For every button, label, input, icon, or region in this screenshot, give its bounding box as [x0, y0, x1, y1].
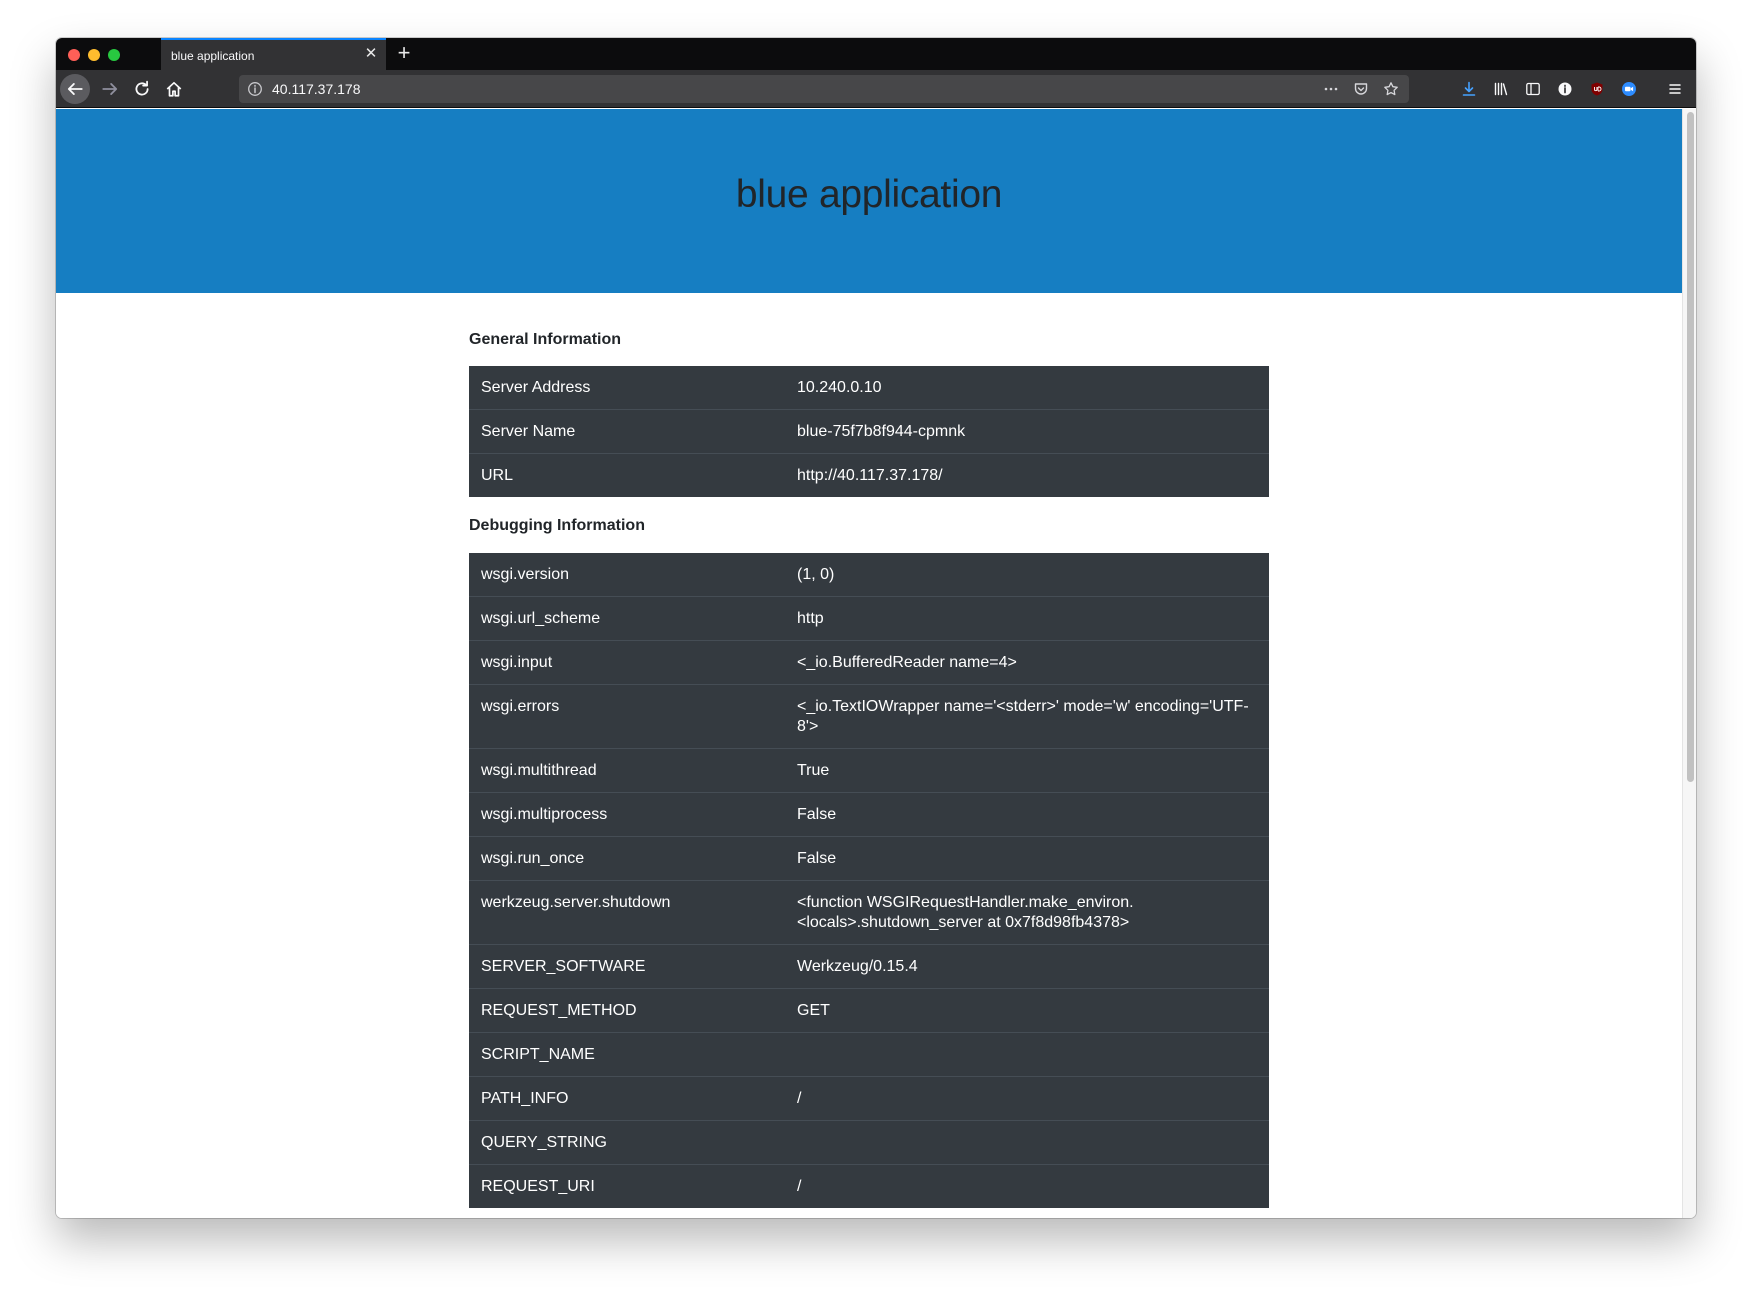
table-row: wsgi.errors <_io.TextIOWrapper name='<std…	[469, 684, 1269, 749]
general-info-heading: General Information	[469, 331, 622, 348]
table-row: wsgi.url_scheme http	[469, 596, 1269, 641]
table-row: URL http://40.117.37.178/	[469, 453, 1269, 497]
debug-info-heading: Debugging Information	[469, 517, 645, 534]
extension-info-icon[interactable]	[1552, 76, 1578, 102]
row-key: Server Name	[469, 409, 785, 454]
row-key: wsgi.multithread	[469, 748, 785, 793]
row-key: Server Address	[481, 379, 591, 396]
site-info-icon[interactable]	[247, 81, 263, 97]
browser-window: blue application ✕ + 40.117.37.178 blue …	[56, 38, 1696, 1218]
zoom-extension-icon[interactable]	[1616, 76, 1642, 102]
row-value: blue-75f7b8f944-cpmnk	[785, 409, 1269, 454]
row-key: SERVER_SOFTWARE	[469, 944, 785, 989]
table-row: wsgi.version (1, 0)	[469, 553, 1269, 597]
row-value: (1, 0)	[797, 566, 835, 583]
nav-bar: 40.117.37.178	[56, 70, 1696, 108]
bookmark-star-icon[interactable]	[1381, 79, 1401, 99]
scrollbar-thumb[interactable]	[1687, 112, 1694, 782]
url-text[interactable]: 40.117.37.178	[272, 81, 361, 97]
row-key: wsgi.multiprocess	[469, 792, 785, 837]
general-info-table: Server Address 10.240.0.10 Server Name blue…	[469, 366, 1269, 497]
new-tab-icon[interactable]: +	[392, 41, 416, 65]
table-row: REQUEST_URI /	[469, 1164, 1269, 1208]
row-key: wsgi.errors	[469, 684, 785, 749]
row-value	[785, 1120, 1269, 1165]
row-value: http	[785, 596, 1269, 641]
table-row: SERVER_SOFTWARE Werkzeug/0.15.4	[469, 944, 1269, 989]
download-icon[interactable]	[1456, 76, 1482, 102]
tab-bar: blue application ✕ +	[56, 38, 1696, 70]
row-value: <_io.TextIOWrapper name='<stderr>' mode=…	[785, 684, 1269, 749]
table-row: REQUEST_METHOD GET	[469, 988, 1269, 1033]
row-value: <function WSGIRequestHandler.make_enviro…	[785, 880, 1269, 945]
tab-close-icon[interactable]: ✕	[362, 45, 380, 63]
ublock-icon[interactable]	[1584, 76, 1610, 102]
row-value: False	[785, 836, 1269, 881]
row-value	[785, 1032, 1269, 1077]
page-scrollbar[interactable]	[1682, 109, 1696, 1218]
table-row: QUERY_STRING	[469, 1120, 1269, 1165]
sidebar-icon[interactable]	[1520, 76, 1546, 102]
row-value: http://40.117.37.178/	[785, 453, 1269, 497]
reload-icon[interactable]	[128, 75, 156, 103]
table-row: werkzeug.server.shutdown <function WSGIRe…	[469, 880, 1269, 945]
more-actions-icon[interactable]	[1321, 79, 1341, 99]
maximize-window-button[interactable]	[108, 49, 120, 61]
tab-blue-application[interactable]: blue application ✕	[161, 38, 386, 70]
row-key: werkzeug.server.shutdown	[469, 880, 785, 945]
table-row: wsgi.run_once False	[469, 836, 1269, 881]
pocket-icon[interactable]	[1351, 79, 1371, 99]
row-key: QUERY_STRING	[469, 1120, 785, 1165]
row-value: True	[785, 748, 1269, 793]
row-key: PATH_INFO	[469, 1076, 785, 1121]
page-content: blue application General Information Ser…	[56, 109, 1682, 1218]
row-value: False	[785, 792, 1269, 837]
table-row: Server Name blue-75f7b8f944-cpmnk	[469, 409, 1269, 454]
row-key: SCRIPT_NAME	[469, 1032, 785, 1077]
close-window-button[interactable]	[68, 49, 80, 61]
minimize-window-button[interactable]	[88, 49, 100, 61]
back-arrow-icon[interactable]	[60, 74, 90, 104]
row-key: wsgi.run_once	[469, 836, 785, 881]
row-value: 10.240.0.10	[797, 379, 882, 396]
table-row: wsgi.input <_io.BufferedReader name=4>	[469, 640, 1269, 685]
debug-info-table: wsgi.version (1, 0) wsgi.url_scheme http wsg…	[469, 553, 1269, 1208]
hamburger-menu-icon[interactable]	[1662, 76, 1688, 102]
table-row: Server Address 10.240.0.10	[469, 366, 1269, 410]
url-bar[interactable]: 40.117.37.178	[239, 75, 1409, 103]
row-key: REQUEST_METHOD	[469, 988, 785, 1033]
table-row: PATH_INFO /	[469, 1076, 1269, 1121]
table-row: wsgi.multithread True	[469, 748, 1269, 793]
row-key: wsgi.version	[481, 566, 570, 583]
header-banner: blue application	[56, 109, 1682, 293]
row-value: /	[785, 1164, 1269, 1208]
row-value: /	[785, 1076, 1269, 1121]
library-icon[interactable]	[1488, 76, 1514, 102]
row-key: URL	[469, 453, 785, 497]
row-value: Werkzeug/0.15.4	[785, 944, 1269, 989]
forward-arrow-icon[interactable]	[96, 75, 124, 103]
row-key: wsgi.url_scheme	[469, 596, 785, 641]
row-key: wsgi.input	[469, 640, 785, 685]
tab-title: blue application	[171, 49, 255, 63]
row-value: GET	[785, 988, 1269, 1033]
row-key: REQUEST_URI	[469, 1164, 785, 1208]
toolbar-separator	[1648, 76, 1656, 102]
home-icon[interactable]	[160, 75, 188, 103]
table-row: wsgi.multiprocess False	[469, 792, 1269, 837]
row-value: <_io.BufferedReader name=4>	[785, 640, 1269, 685]
page-title: blue application	[735, 173, 1003, 216]
table-row: SCRIPT_NAME	[469, 1032, 1269, 1077]
